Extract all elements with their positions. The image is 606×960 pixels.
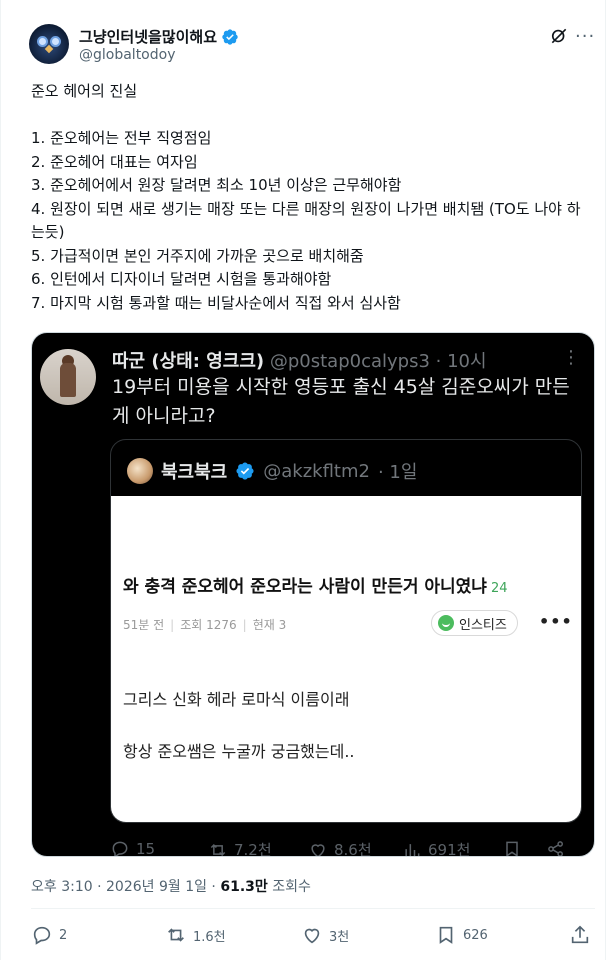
like-icon <box>311 843 325 856</box>
share-icon <box>548 841 563 856</box>
views-icon <box>405 843 420 856</box>
embedded-like: 8.6천 <box>308 839 372 857</box>
verified-icon <box>222 28 238 45</box>
quote-more-icon: ••• <box>539 612 573 631</box>
reply-count: 2 <box>59 927 68 943</box>
quote-avatar <box>127 458 153 484</box>
embedded-header: 따군 (상태: 영크크) @p0stap0calyps3 · 10시 <box>112 347 487 373</box>
quote-comment-count: 24 <box>490 581 508 596</box>
embedded-reply: 15 <box>110 839 156 857</box>
source-badge: 인스티즈 <box>431 610 518 636</box>
post-line: 6. 인턴에서 디자이너 달려면 시험을 통과해야함 <box>31 270 332 288</box>
post-text: 준오 헤어의 진실 1. 준오헤어는 전부 직영점임 2. 준오헤어 대표는 여… <box>31 80 591 315</box>
grok-icon[interactable] <box>549 26 569 46</box>
post-line: 7. 마지막 시험 통과할 때는 비달사순에서 직접 와서 심사함 <box>31 293 401 312</box>
repost-icon <box>210 843 226 856</box>
quote-header: 북크북크 @akzkfltm2 · 1일 <box>127 458 417 484</box>
post-line: 2. 준오헤어 대표는 여자임 <box>31 152 198 171</box>
embedded-repost-count: 7.2천 <box>234 841 272 857</box>
author-handle[interactable]: @globaltodoy <box>79 47 176 63</box>
quote-meta-views: 조회 1276 <box>180 618 237 632</box>
bookmark-button[interactable]: 626 <box>435 924 488 946</box>
like-icon <box>304 928 320 944</box>
post-title: 준오 헤어의 진실 <box>31 82 138 100</box>
avatar-eye-right <box>50 36 61 47</box>
reply-icon <box>112 841 128 856</box>
smile-icon <box>438 615 454 631</box>
post-views-label: 조회수 <box>267 879 311 895</box>
embedded-like-count: 8.6천 <box>334 841 372 857</box>
embedded-time: · 10시 <box>435 351 487 372</box>
embedded-share <box>546 839 566 856</box>
embedded-more-icon: ⋮ <box>562 347 580 368</box>
divider <box>31 908 595 909</box>
source-badge-label: 인스티즈 <box>459 617 507 633</box>
author-name-row: 그냥인터넷을많이해요 <box>79 26 239 47</box>
meta-separator: | <box>170 618 175 632</box>
tweet-container: 그냥인터넷을많이해요 @globaltodoy ··· 준오 헤어의 진실 1.… <box>0 0 606 960</box>
author-avatar[interactable] <box>29 24 69 64</box>
reply-icon <box>33 926 51 945</box>
embedded-bookmark <box>502 839 522 856</box>
embedded-author-avatar <box>40 349 96 405</box>
embedded-quote: 북크북크 @akzkfltm2 · 1일 와 충격 준오헤어 준오라는 사람이 … <box>110 439 582 823</box>
post-line: 5. 가급적이면 본인 거주지에 가까운 곳으로 배치해줌 <box>31 246 364 265</box>
embedded-author-name: 따군 (상태: 영크크) <box>112 351 265 372</box>
embedded-author-handle: @p0stap0calyps3 <box>269 351 430 372</box>
author-display-name[interactable]: 그냥인터넷을많이해요 <box>79 26 217 47</box>
quote-meta-time: 51분 전 <box>123 618 165 632</box>
embedded-text: 19부터 미용을 시작한 영등포 출신 45살 김준오씨가 만든게 아니라고? <box>112 376 570 427</box>
post-views-count: 61.3만 <box>220 879 268 895</box>
action-bar: 2 1.6천 3천 626 <box>31 924 595 950</box>
post-line: 3. 준오헤어에서 원장 달려면 최소 10년 이상은 근무해야함 <box>31 176 402 194</box>
meta-separator: | <box>242 618 247 632</box>
bookmark-icon <box>439 926 453 944</box>
embedded-reply-count: 15 <box>136 840 156 857</box>
like-count: 3천 <box>329 929 350 945</box>
more-icon[interactable]: ··· <box>575 26 595 47</box>
post-line: 1. 준오헤어는 전부 직영점임 <box>31 129 212 147</box>
embedded-views: 691천 <box>402 839 471 857</box>
quote-time: · 1일 <box>377 462 418 483</box>
embedded-actions: 15 7.2천 8.6천 691천 <box>32 833 594 857</box>
bookmark-count: 626 <box>463 927 488 943</box>
share-icon <box>571 925 589 944</box>
quote-meta-now: 현재 3 <box>252 618 287 632</box>
avatar-figure-body <box>60 363 76 397</box>
post-line: 4. 원장이 되면 새로 생기는 매장 또는 다른 매장의 원장이 나가면 배치… <box>31 199 581 242</box>
quote-body-line: 항상 준오쌤은 누굴까 궁금했는데.. <box>123 742 355 761</box>
avatar-eye-left <box>37 36 48 47</box>
bookmark-icon <box>506 841 518 856</box>
quote-article-title: 와 충격 준오헤어 준오라는 사람이 만든거 아니였냐 24 <box>123 572 508 597</box>
quote-author-handle: @akzkfltm2 <box>263 460 370 482</box>
like-button[interactable]: 3천 <box>301 924 349 946</box>
quote-article-meta: 51분 전 | 조회 1276 | 현재 3 <box>123 616 286 633</box>
post-timestamp: 오후 3:10 · 2026년 9월 1일 · 61.3만 조회수 <box>31 876 311 896</box>
verified-icon <box>236 462 254 480</box>
post-blank-line <box>31 104 591 128</box>
quote-author-name: 북크북크 <box>161 462 228 483</box>
embedded-views-count: 691천 <box>428 841 471 857</box>
share-button[interactable] <box>569 924 591 946</box>
post-image[interactable]: 따군 (상태: 영크크) @p0stap0calyps3 · 10시 ⋮ 19부… <box>31 332 595 857</box>
quote-article-title-text: 와 충격 준오헤어 준오라는 사람이 만든거 아니였냐 <box>123 577 487 597</box>
quote-body-line: 그리스 신화 헤라 로마식 이름이래 <box>123 690 350 709</box>
quote-screenshot: 와 충격 준오헤어 준오라는 사람이 만든거 아니였냐 24 51분 전 | 조회 1… <box>111 496 581 822</box>
repost-count: 1.6천 <box>193 929 226 945</box>
reply-button[interactable]: 2 <box>31 924 67 946</box>
post-time[interactable]: 오후 3:10 · 2026년 9월 1일 · <box>31 879 220 895</box>
repost-icon <box>168 928 184 942</box>
embedded-repost: 7.2천 <box>208 839 272 857</box>
repost-button[interactable]: 1.6천 <box>165 924 226 946</box>
